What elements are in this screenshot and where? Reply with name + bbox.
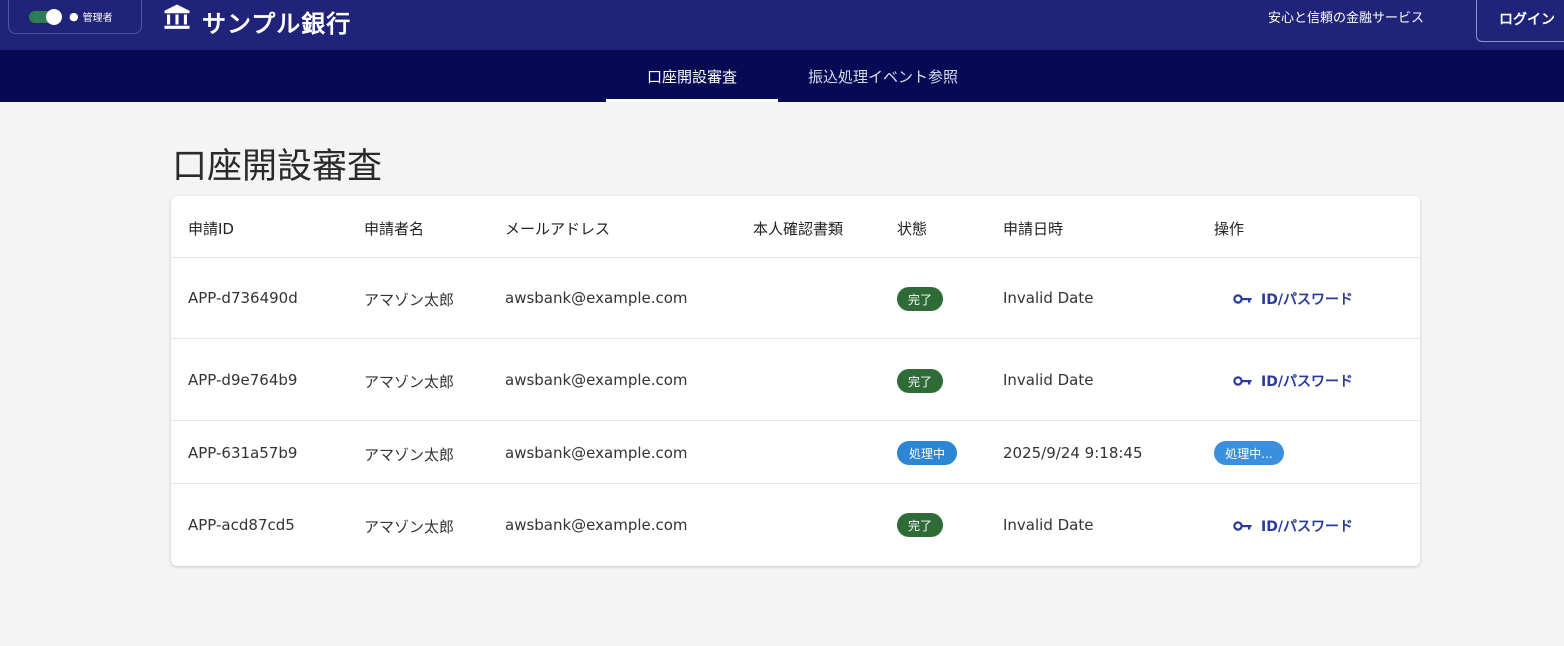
applications-table: 申請ID 申請者名 メールアドレス 本人確認書類 状態 申請日時 操作 APP-…	[171, 196, 1420, 566]
tagline: 安心と信頼の金融サービス	[1268, 11, 1425, 26]
toggle-switch[interactable]	[29, 8, 62, 25]
column-header-date: 申請日時	[1003, 220, 1064, 238]
column-header-email: メールアドレス	[505, 220, 611, 238]
admin-label: 管理者	[82, 13, 113, 24]
tab-transfer-events[interactable]: 振込処理イベント参照	[784, 50, 982, 102]
cell-date: 2025/9/24 9:18:45	[1003, 444, 1143, 462]
column-header-id: 申請ID	[188, 220, 234, 238]
cell-id: APP-acd87cd5	[188, 516, 295, 534]
key-icon	[1233, 294, 1252, 304]
bank-icon	[164, 4, 190, 29]
top-header: ● 管理者 サンプル銀行 安心と信頼の金融サービス ログイン	[0, 0, 1564, 50]
column-header-document: 本人確認書類	[753, 220, 844, 238]
credentials-link-label[interactable]: ID/パスワード	[1261, 371, 1353, 391]
login-button[interactable]: ログイン	[1476, 0, 1564, 42]
row-divider	[171, 483, 1420, 484]
cell-email: awsbank@example.com	[505, 444, 688, 462]
processing-button[interactable]: 処理中...	[1214, 441, 1284, 465]
cell-name: アマゾン太郎	[364, 518, 455, 536]
cell-id: APP-d736490d	[188, 289, 298, 307]
tab-account-review[interactable]: 口座開設審査	[606, 50, 778, 102]
column-header-name: 申請者名	[364, 220, 425, 238]
cell-date: Invalid Date	[1003, 516, 1094, 534]
credentials-link-label[interactable]: ID/パスワード	[1261, 516, 1353, 536]
cell-email: awsbank@example.com	[505, 289, 688, 307]
cell-name: アマゾン太郎	[364, 291, 455, 309]
cell-date: Invalid Date	[1003, 371, 1094, 389]
main-nav: 口座開設審査 振込処理イベント参照	[0, 50, 1564, 102]
header-divider	[171, 257, 1420, 258]
status-badge: 完了	[897, 287, 943, 311]
cell-email: awsbank@example.com	[505, 371, 688, 389]
credentials-link[interactable]: ID/パスワード	[1233, 371, 1353, 391]
brand-title[interactable]: サンプル銀行	[202, 4, 351, 39]
cell-name: アマゾン太郎	[364, 373, 455, 391]
column-header-action: 操作	[1214, 220, 1245, 238]
cell-date: Invalid Date	[1003, 289, 1094, 307]
status-badge: 処理中	[897, 441, 957, 465]
cell-id: APP-d9e764b9	[188, 371, 298, 389]
key-icon	[1233, 521, 1252, 531]
credentials-link-label[interactable]: ID/パスワード	[1261, 289, 1353, 309]
credentials-link[interactable]: ID/パスワード	[1233, 289, 1353, 309]
cell-name: アマゾン太郎	[364, 446, 455, 464]
user-icon: ●	[69, 10, 79, 23]
cell-email: awsbank@example.com	[505, 516, 688, 534]
cell-id: APP-631a57b9	[188, 444, 298, 462]
admin-mode-toggle[interactable]: ● 管理者	[8, 0, 142, 34]
key-icon	[1233, 376, 1252, 386]
status-badge: 完了	[897, 369, 943, 393]
row-divider	[171, 338, 1420, 339]
toggle-knob	[46, 8, 62, 25]
row-divider	[171, 420, 1420, 421]
status-badge: 完了	[897, 513, 943, 537]
column-header-status: 状態	[897, 220, 928, 238]
credentials-link[interactable]: ID/パスワード	[1233, 516, 1353, 536]
page-title: 口座開設審査	[172, 147, 383, 187]
